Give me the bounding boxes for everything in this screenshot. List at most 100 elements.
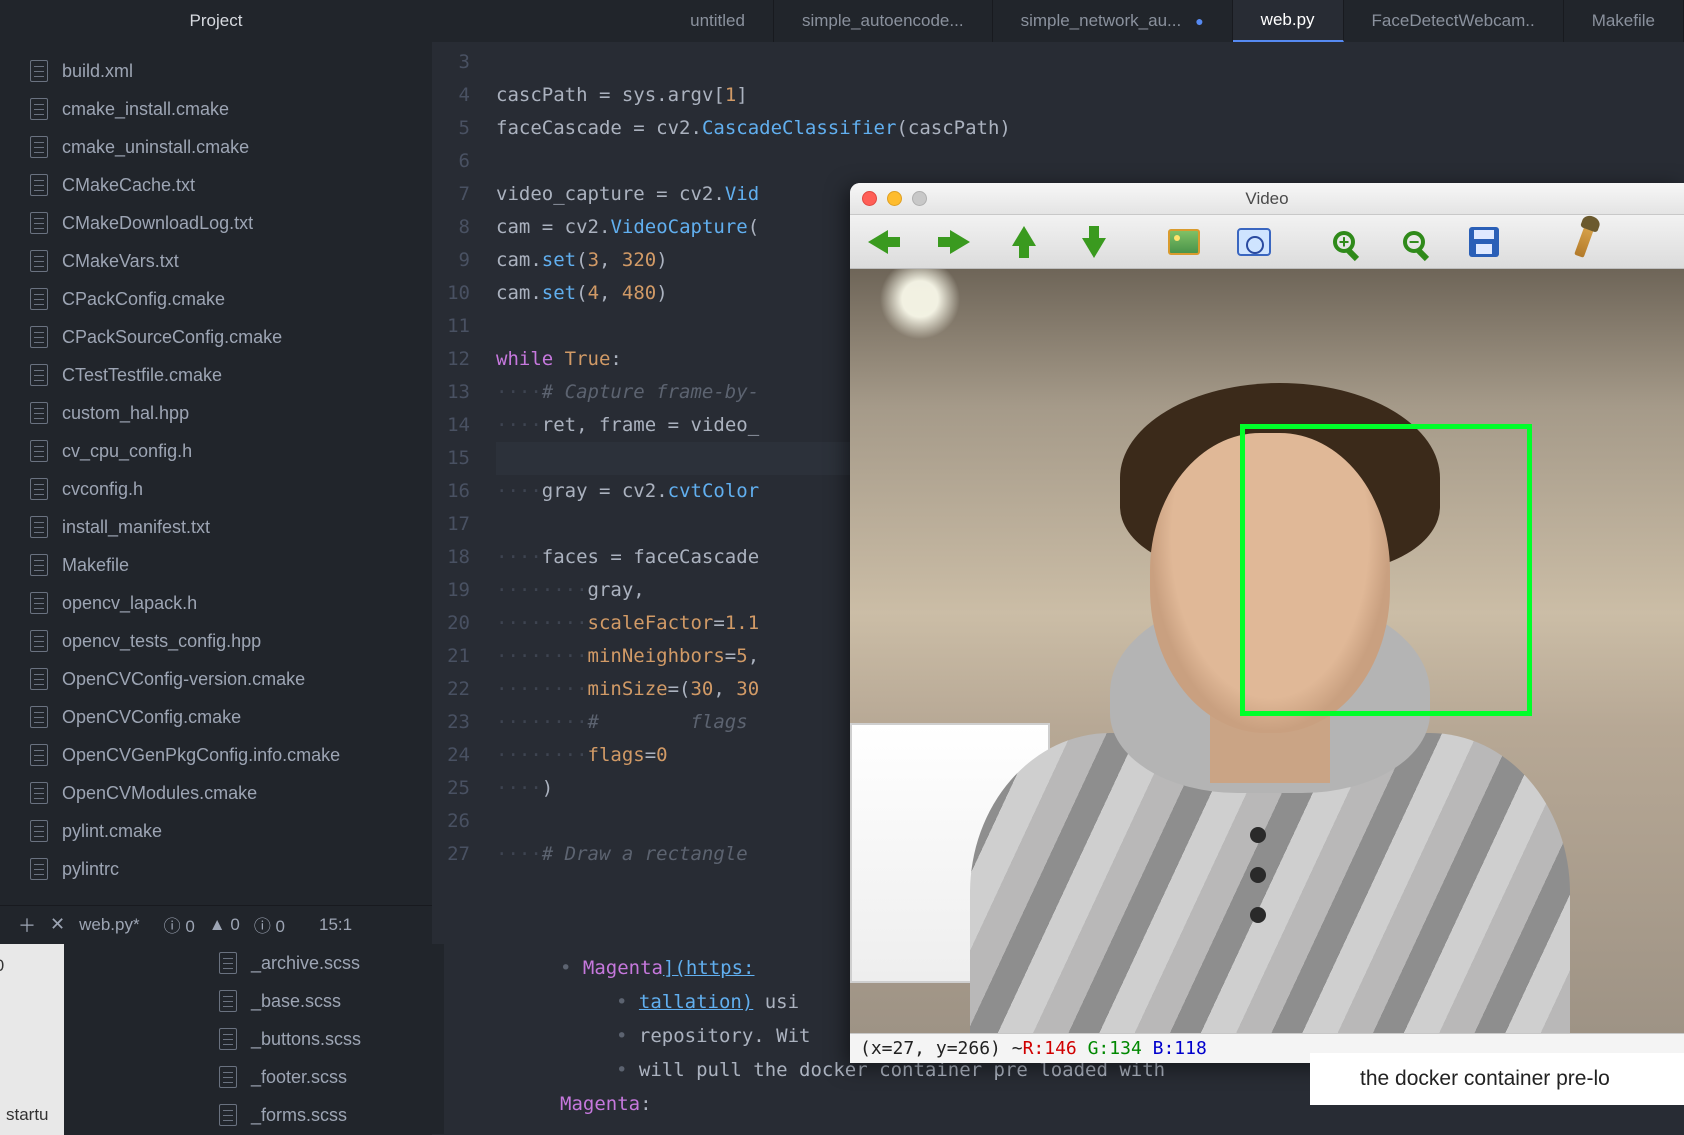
- file-icon: [30, 820, 48, 842]
- nav-up-button[interactable]: [1004, 227, 1044, 257]
- status-bar: ＋ ✕ web.py* ⓘ 0 ▲ 0 ⓘ 0 15:1: [0, 905, 432, 943]
- editor-tab[interactable]: simple_autoencode...: [774, 0, 993, 42]
- line-number: 3: [432, 46, 470, 79]
- file-item[interactable]: pylint.cmake: [0, 812, 432, 850]
- line-number: 9: [432, 244, 470, 277]
- file-item[interactable]: CMakeDownloadLog.txt: [0, 204, 432, 242]
- file-label: cv_cpu_config.h: [62, 441, 192, 462]
- line-number: 27: [432, 838, 470, 871]
- zoom-in-button[interactable]: +: [1324, 227, 1364, 257]
- file-label: CPackSourceConfig.cmake: [62, 327, 282, 348]
- image-icon[interactable]: [1164, 227, 1204, 257]
- file-label: _buttons.scss: [251, 1029, 361, 1050]
- project-header: Project: [0, 0, 432, 42]
- file-icon: [30, 174, 48, 196]
- file-item[interactable]: opencv_tests_config.hpp: [0, 622, 432, 660]
- line-number: 15: [432, 442, 470, 475]
- file-icon: [219, 952, 237, 974]
- editor-tab[interactable]: FaceDetectWebcam..: [1344, 0, 1564, 42]
- file-icon: [30, 288, 48, 310]
- file-item[interactable]: build.xml: [0, 52, 432, 90]
- file-item[interactable]: Makefile: [0, 546, 432, 584]
- file-item[interactable]: custom_hal.hpp: [0, 394, 432, 432]
- zoom-region-icon[interactable]: [1234, 227, 1274, 257]
- video-window[interactable]: Video + − (x=27, y=266) ~ R:146 G:134 B:…: [850, 183, 1684, 1063]
- nav-down-button[interactable]: [1074, 227, 1114, 257]
- save-button[interactable]: [1464, 227, 1504, 257]
- status-errors: ⓘ 0: [164, 912, 195, 937]
- code-line[interactable]: [496, 46, 1684, 79]
- close-icon[interactable]: ✕: [50, 914, 65, 935]
- code-line[interactable]: cascPath = sys.argv[1]: [496, 79, 1684, 112]
- line-number: 11: [432, 310, 470, 343]
- code-line[interactable]: [496, 145, 1684, 178]
- line-number: 17: [432, 508, 470, 541]
- code-line[interactable]: faceCascade = cv2.CascadeClassifier(casc…: [496, 112, 1684, 145]
- video-frame: [850, 269, 1684, 1033]
- file-icon: [30, 440, 48, 462]
- line-number: 19: [432, 574, 470, 607]
- file-item[interactable]: _footer.scss: [64, 1058, 444, 1096]
- editor-tab[interactable]: Makefile: [1564, 0, 1684, 42]
- file-label: _base.scss: [251, 991, 341, 1012]
- file-item[interactable]: CMakeCache.txt: [0, 166, 432, 204]
- line-number: 6: [432, 145, 470, 178]
- file-item[interactable]: cmake_uninstall.cmake: [0, 128, 432, 166]
- file-item[interactable]: cv_cpu_config.h: [0, 432, 432, 470]
- line-number: 12: [432, 343, 470, 376]
- line-number: 18: [432, 541, 470, 574]
- file-icon: [30, 98, 48, 120]
- file-item[interactable]: CPackSourceConfig.cmake: [0, 318, 432, 356]
- window-close-button[interactable]: [862, 191, 877, 206]
- video-titlebar[interactable]: Video: [850, 183, 1684, 215]
- file-label: CMakeDownloadLog.txt: [62, 213, 253, 234]
- line-number: 5: [432, 112, 470, 145]
- add-icon[interactable]: ＋: [18, 912, 36, 938]
- file-item[interactable]: cvconfig.h: [0, 470, 432, 508]
- zoom-out-button[interactable]: −: [1394, 227, 1434, 257]
- nav-left-button[interactable]: [864, 227, 904, 257]
- brush-icon[interactable]: [1564, 227, 1604, 257]
- file-icon: [219, 990, 237, 1012]
- file-label: CTestTestfile.cmake: [62, 365, 222, 386]
- file-item[interactable]: install_manifest.txt: [0, 508, 432, 546]
- line-number: 20: [432, 607, 470, 640]
- file-item[interactable]: opencv_lapack.h: [0, 584, 432, 622]
- background-window-fragment: _mkl_20 startu: [0, 944, 64, 1135]
- status-info: ⓘ 0: [254, 912, 285, 937]
- file-item[interactable]: _base.scss: [64, 982, 444, 1020]
- file-item[interactable]: pylintrc: [0, 850, 432, 888]
- file-icon: [30, 402, 48, 424]
- file-item[interactable]: CPackConfig.cmake: [0, 280, 432, 318]
- nav-right-button[interactable]: [934, 227, 974, 257]
- line-number: 4: [432, 79, 470, 112]
- video-window-title: Video: [850, 189, 1684, 209]
- file-label: _footer.scss: [251, 1067, 347, 1088]
- editor-tab[interactable]: web.py: [1233, 0, 1344, 42]
- line-number: 10: [432, 277, 470, 310]
- file-item[interactable]: _forms.scss: [64, 1096, 444, 1134]
- status-warnings: ▲ 0: [209, 915, 240, 935]
- file-item[interactable]: OpenCVGenPkgConfig.info.cmake: [0, 736, 432, 774]
- file-item[interactable]: OpenCVModules.cmake: [0, 774, 432, 812]
- editor-tabs: untitledsimple_autoencode...simple_netwo…: [432, 0, 1684, 42]
- file-icon: [30, 858, 48, 880]
- editor-tab[interactable]: untitled: [662, 0, 774, 42]
- file-label: pylint.cmake: [62, 821, 162, 842]
- file-item[interactable]: _buttons.scss: [64, 1020, 444, 1058]
- file-item[interactable]: CMakeVars.txt: [0, 242, 432, 280]
- window-minimize-button[interactable]: [887, 191, 902, 206]
- file-item[interactable]: CTestTestfile.cmake: [0, 356, 432, 394]
- file-icon: [30, 136, 48, 158]
- file-item[interactable]: cmake_install.cmake: [0, 90, 432, 128]
- file-item[interactable]: OpenCVConfig-version.cmake: [0, 660, 432, 698]
- file-label: Makefile: [62, 555, 129, 576]
- file-item[interactable]: OpenCVConfig.cmake: [0, 698, 432, 736]
- file-label: custom_hal.hpp: [62, 403, 189, 424]
- status-filename: web.py*: [79, 915, 139, 935]
- line-number: 26: [432, 805, 470, 838]
- file-label: CMakeCache.txt: [62, 175, 195, 196]
- file-label: CPackConfig.cmake: [62, 289, 225, 310]
- file-item[interactable]: _archive.scss: [64, 944, 444, 982]
- editor-tab[interactable]: simple_network_au...: [993, 0, 1233, 42]
